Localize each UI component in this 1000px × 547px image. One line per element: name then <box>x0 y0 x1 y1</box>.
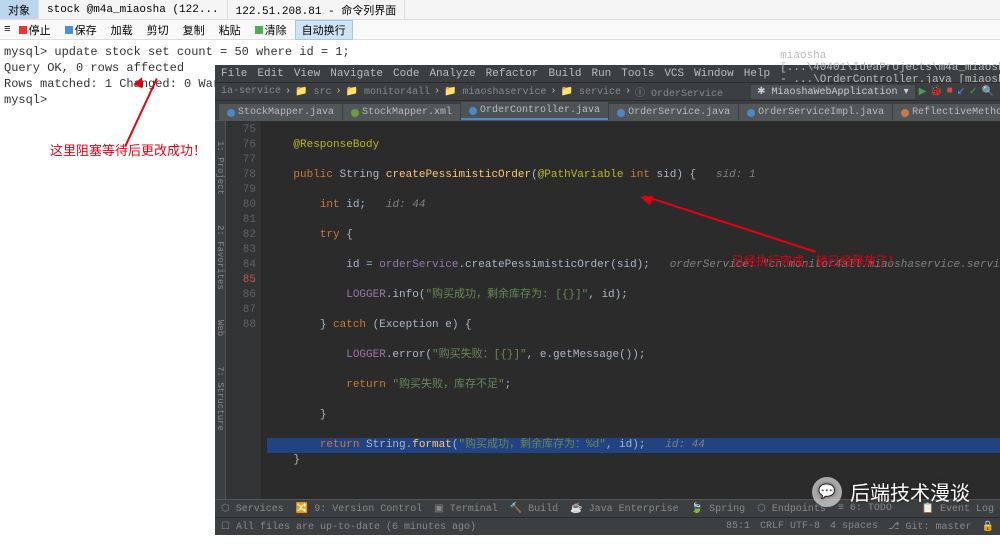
ide-window: File Edit View Navigate Code Analyze Ref… <box>215 65 1000 535</box>
nav-chip[interactable]: 📁 service <box>560 86 620 98</box>
paste-button[interactable]: 粘贴 <box>213 21 247 39</box>
vcs-btn[interactable]: 🔀 9: Version Control <box>296 503 422 515</box>
nav-chip[interactable]: Ⓘ OrderService <box>635 84 723 100</box>
nav-chip[interactable]: ia-service <box>221 86 281 97</box>
arrow-annotation-left <box>110 75 170 145</box>
menu-tools[interactable]: Tools <box>621 68 654 80</box>
project-tab[interactable]: 1: Project <box>215 141 225 195</box>
status-message: ☐ All files are up-to-date (6 minutes ag… <box>221 521 476 533</box>
cut-button[interactable]: 剪切 <box>141 21 175 39</box>
annotation-left: 这里阻塞等待后更改成功！ <box>50 140 206 159</box>
top-tabs: 对象 stock @m4a_miaosha (122... 122.51.208… <box>0 0 1000 20</box>
tab-orderserviceimpl[interactable]: OrderServiceImpl.java <box>739 104 892 120</box>
tab-objects[interactable]: 对象 <box>0 0 39 19</box>
clear-button[interactable]: 清除 <box>249 21 293 39</box>
git-pull-icon[interactable]: ↙ <box>957 86 965 98</box>
tab-terminal[interactable]: 122.51.208.81 - 命令列界面 <box>228 0 406 19</box>
ide-menubar: File Edit View Navigate Code Analyze Ref… <box>215 65 1000 83</box>
tab-reflective[interactable]: ReflectiveMethodInvocation.class <box>893 104 1000 120</box>
menu-icon[interactable]: ≡ <box>4 24 11 36</box>
menu-code[interactable]: Code <box>393 68 419 80</box>
menu-refactor[interactable]: Refactor <box>486 68 539 80</box>
structure-tab[interactable]: 7: Structure <box>215 366 225 431</box>
watermark: 💬 后端技术漫谈 <box>812 477 970 507</box>
menu-help[interactable]: Help <box>744 68 770 80</box>
favorites-tab[interactable]: 2: Favorites <box>215 225 225 290</box>
git-branch[interactable]: ⎇ Git: master <box>888 521 972 533</box>
menu-run[interactable]: Run <box>591 68 611 80</box>
clear-icon <box>255 26 263 34</box>
java-icon <box>227 109 235 117</box>
class-icon <box>901 109 909 117</box>
search-icon[interactable]: 🔍 <box>982 86 994 98</box>
java-icon <box>617 109 625 117</box>
menu-edit[interactable]: Edit <box>257 68 283 80</box>
tab-stock[interactable]: stock @m4a_miaosha (122... <box>39 0 228 19</box>
nav-chip[interactable]: 📁 src <box>295 86 331 98</box>
tab-orderservice[interactable]: OrderService.java <box>609 104 738 120</box>
ide-navbar: ia-service › 📁 src › 📁 monitor4all › 📁 m… <box>215 83 1000 101</box>
build-btn[interactable]: 🔨 Build <box>510 503 558 515</box>
left-gutter: 1: Project 2: Favorites Web 7: Structure <box>215 121 226 499</box>
javaee-btn[interactable]: ☕ Java Enterprise <box>570 503 678 515</box>
annotation-right: 已经执行完成，锁已经释放了！ <box>732 252 900 269</box>
copy-button[interactable]: 复制 <box>177 21 211 39</box>
autorun-button[interactable]: 自动换行 <box>295 20 353 40</box>
wechat-icon: 💬 <box>812 477 842 507</box>
save-button[interactable]: 保存 <box>59 21 103 39</box>
toolbar: ≡ 停止 保存 加载 剪切 复制 粘贴 清除 自动换行 <box>0 20 1000 40</box>
xml-icon <box>351 109 359 117</box>
stop-icon[interactable]: ■ <box>947 86 953 97</box>
arrow-annotation-right <box>640 195 820 255</box>
encoding[interactable]: CRLF UTF-8 <box>760 521 820 532</box>
menu-analyze[interactable]: Analyze <box>429 68 475 80</box>
stop-button[interactable]: 停止 <box>13 21 57 39</box>
web-tab[interactable]: Web <box>215 320 225 336</box>
code-editor[interactable]: @ResponseBody public String createPessim… <box>261 121 1000 499</box>
run-config-dropdown[interactable]: ✱ MiaoshaWebApplication ▾ <box>751 85 914 99</box>
stop-icon <box>19 26 27 34</box>
menu-build[interactable]: Build <box>548 68 581 80</box>
menu-view[interactable]: View <box>294 68 320 80</box>
java-icon <box>469 107 477 115</box>
line-numbers: 7576777879808182838485868788 <box>226 121 261 499</box>
terminal-btn[interactable]: ▣ Terminal <box>434 503 497 515</box>
nav-chip[interactable]: 📁 miaoshaservice <box>444 86 546 98</box>
run-icon[interactable]: ▶ <box>919 86 927 98</box>
load-button[interactable]: 加载 <box>105 21 139 39</box>
editor-tabs: StockMapper.java StockMapper.xml OrderCo… <box>215 101 1000 121</box>
nav-chip[interactable]: 📁 monitor4all <box>346 86 430 98</box>
java-icon <box>747 109 755 117</box>
cursor-position: 85:1 <box>726 521 750 532</box>
menu-navigate[interactable]: Navigate <box>330 68 383 80</box>
tab-stockmapper-xml[interactable]: StockMapper.xml <box>343 104 460 120</box>
status-bar: ☐ All files are up-to-date (6 minutes ag… <box>215 517 1000 535</box>
services-btn[interactable]: ⬡ Services <box>221 503 284 515</box>
indent[interactable]: 4 spaces <box>830 521 878 532</box>
lock-icon[interactable]: 🔒 <box>982 521 994 533</box>
menu-vcs[interactable]: VCS <box>664 68 684 80</box>
save-icon <box>65 26 73 34</box>
git-push-icon[interactable]: ✓ <box>969 86 977 98</box>
debug-icon[interactable]: 🐞 <box>930 86 942 98</box>
menu-window[interactable]: Window <box>694 68 734 80</box>
spring-btn[interactable]: 🍃 Spring <box>691 503 745 515</box>
menu-file[interactable]: File <box>221 68 247 80</box>
tab-stockmapper-java[interactable]: StockMapper.java <box>219 104 342 120</box>
tab-ordercontroller[interactable]: OrderController.java <box>461 102 608 120</box>
